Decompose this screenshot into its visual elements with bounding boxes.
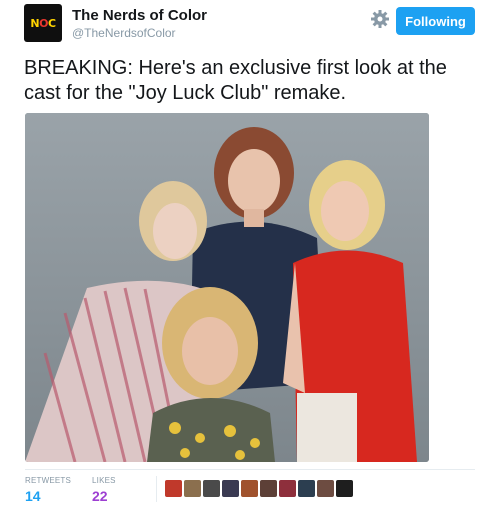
liker-avatar[interactable] [222, 480, 239, 497]
likes-stat[interactable]: LIKES 22 [92, 476, 116, 504]
stats-divider [25, 469, 475, 470]
liker-avatar[interactable] [317, 480, 334, 497]
liker-avatar[interactable] [298, 480, 315, 497]
liker-avatars [165, 480, 353, 497]
liker-avatar[interactable] [184, 480, 201, 497]
liker-avatar[interactable] [203, 480, 220, 497]
account-name[interactable]: The Nerds of Color [72, 7, 207, 24]
stats-separator [156, 476, 157, 502]
tweet-header: N O C The Nerds of Color @TheNerdsofColo… [24, 4, 476, 44]
liker-avatar[interactable] [241, 480, 258, 497]
likes-count: 22 [92, 488, 108, 504]
liker-avatar[interactable] [260, 480, 277, 497]
likes-label: LIKES [92, 476, 116, 485]
retweets-stat[interactable]: RETWEETS 14 [25, 476, 71, 504]
avatar-letter-c: C [48, 16, 56, 30]
tweet-text: BREAKING: Here's an exclusive first look… [24, 57, 447, 104]
avatar-letter-n: N [30, 16, 40, 30]
following-button[interactable]: Following [396, 7, 475, 35]
liker-avatar[interactable] [336, 480, 353, 497]
liker-avatar[interactable] [165, 480, 182, 497]
tweet-photo[interactable] [25, 113, 429, 462]
retweets-count: 14 [25, 488, 41, 504]
account-handle[interactable]: @TheNerdsofColor [72, 26, 176, 40]
avatar-letter-o: O [39, 16, 48, 30]
retweets-label: RETWEETS [25, 476, 72, 485]
liker-avatar[interactable] [279, 480, 296, 497]
gear-icon[interactable] [369, 8, 391, 30]
account-avatar[interactable]: N O C [24, 4, 62, 42]
